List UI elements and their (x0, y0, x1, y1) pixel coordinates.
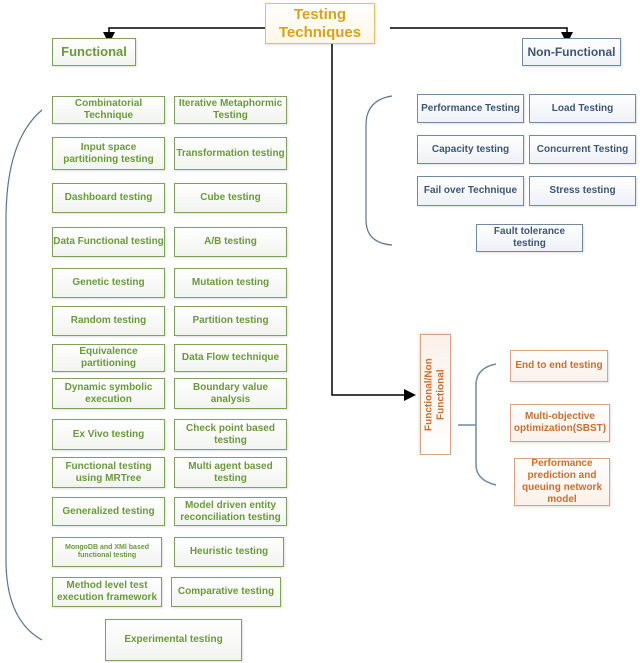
functional-item: Data Flow technique (174, 344, 287, 372)
functional-item: Data Functional testing (52, 227, 165, 257)
functional-item: A/B testing (174, 227, 287, 257)
nonfunctional-item: Capacity testing (417, 135, 524, 164)
functional-item: Combinatorial Technique (52, 96, 165, 124)
functional-bracket (5, 109, 43, 641)
hybrid-item: Multi-objective optimization(SBST) (510, 404, 610, 442)
hybrid-item: Performance prediction and queuing netwo… (514, 458, 610, 506)
functional-item: Functional testing using MRTree (52, 457, 165, 488)
root-node: Testing Techniques (265, 3, 375, 44)
nonfunctional-item: Concurrent Testing (529, 135, 636, 164)
hybrid-header: Functional/Non Functional (420, 334, 451, 455)
nonfunctional-item: Fail over Technique (417, 176, 524, 206)
functional-item: MongoDB and XMl based functional testing (52, 537, 162, 567)
functional-item: Experimental testing (105, 619, 242, 661)
functional-item: Multi agent based testing (174, 457, 287, 488)
functional-item: Model driven entity reconciliation testi… (174, 497, 287, 526)
functional-item: Generalized testing (52, 497, 165, 526)
functional-item: Genetic testing (52, 268, 165, 298)
functional-item: Mutation testing (174, 268, 287, 298)
functional-item: Heuristic testing (174, 537, 284, 567)
functional-item: Partition testing (174, 306, 287, 336)
functional-item: Boundary value analysis (174, 378, 287, 409)
hybrid-item: End to end testing (510, 350, 608, 382)
functional-header: Functional (52, 38, 136, 66)
functional-item: Random testing (52, 306, 165, 336)
functional-item: Method level test execution framework (52, 577, 162, 607)
functional-item: Comparative testing (171, 577, 281, 607)
nonfunctional-item: Fault tolerance testing (476, 224, 583, 252)
arrow-to-hybrid (331, 44, 416, 401)
functional-item: Iterative Metaphormic Testing (174, 96, 287, 124)
functional-item: Transformation testing (174, 137, 287, 170)
hybrid-bracket (458, 363, 497, 486)
nonfunctional-header: Non-Functional (522, 38, 621, 66)
functional-item: Dashboard testing (52, 183, 165, 213)
arrow-to-functional (103, 27, 265, 44)
nonfunctional-item: Stress testing (529, 176, 636, 206)
nonfunctional-item: Performance Testing (417, 94, 524, 123)
nonfunctional-bracket (365, 95, 393, 246)
functional-item: Dynamic symbolic execution (52, 378, 165, 409)
functional-item: Check point based testing (174, 419, 287, 450)
functional-item: Equivalence partitioning (52, 344, 165, 372)
nonfunctional-item: Load Testing (529, 94, 636, 123)
arrow-to-nonfunctional (390, 27, 573, 44)
functional-item: Cube testing (174, 183, 287, 213)
functional-item: Ex Vivo testing (52, 419, 165, 450)
functional-item: Input space partitioning testing (52, 137, 165, 170)
